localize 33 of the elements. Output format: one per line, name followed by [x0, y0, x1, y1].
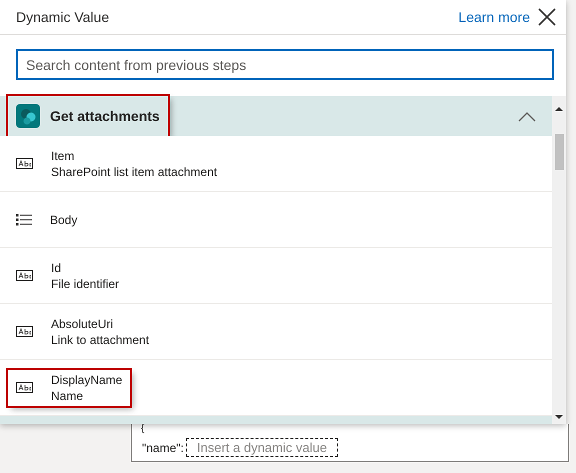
scroll-down-icon[interactable] — [555, 414, 563, 420]
scrollbar-thumb[interactable] — [554, 134, 564, 170]
close-button[interactable] — [536, 6, 558, 28]
list-item[interactable]: Item SharePoint list item attachment — [8, 146, 226, 182]
text-type-icon — [16, 270, 33, 281]
item-description: Name — [51, 388, 84, 404]
item-description: Link to attachment — [51, 332, 150, 348]
item-description: SharePoint list item attachment — [51, 164, 218, 180]
learn-more-link[interactable]: Learn more — [458, 6, 530, 28]
sharepoint-icon — [16, 104, 40, 128]
list-item[interactable]: DisplayName Name — [8, 370, 130, 406]
item-name: DisplayName — [51, 372, 122, 388]
brace-text: { — [141, 424, 144, 434]
json-key: "name": — [142, 441, 184, 455]
list-icon — [16, 214, 32, 226]
search-field[interactable]: Search content from previous steps — [16, 49, 554, 80]
text-type-icon — [16, 382, 33, 393]
item-name: Item — [51, 148, 76, 164]
panel-title: Dynamic Value — [16, 8, 110, 27]
text-type-icon — [16, 158, 33, 169]
list-item[interactable]: AbsoluteUri Link to attachment — [8, 314, 158, 350]
item-description: File identifier — [51, 276, 120, 292]
text-type-icon — [16, 326, 33, 337]
scroll-up-icon[interactable] — [555, 106, 563, 112]
item-name: Id — [51, 260, 62, 276]
item-name: Body — [50, 212, 78, 228]
scrollbar[interactable] — [552, 96, 566, 424]
json-editor[interactable]: "name": Insert a dynamic value — [131, 434, 569, 462]
group-title[interactable]: Get attachments — [50, 106, 160, 126]
item-name: AbsoluteUri — [51, 316, 114, 332]
list-item[interactable]: Body — [8, 210, 86, 230]
list-item[interactable]: Id File identifier — [8, 258, 128, 294]
dynamic-value-field[interactable]: Insert a dynamic value — [186, 438, 338, 457]
